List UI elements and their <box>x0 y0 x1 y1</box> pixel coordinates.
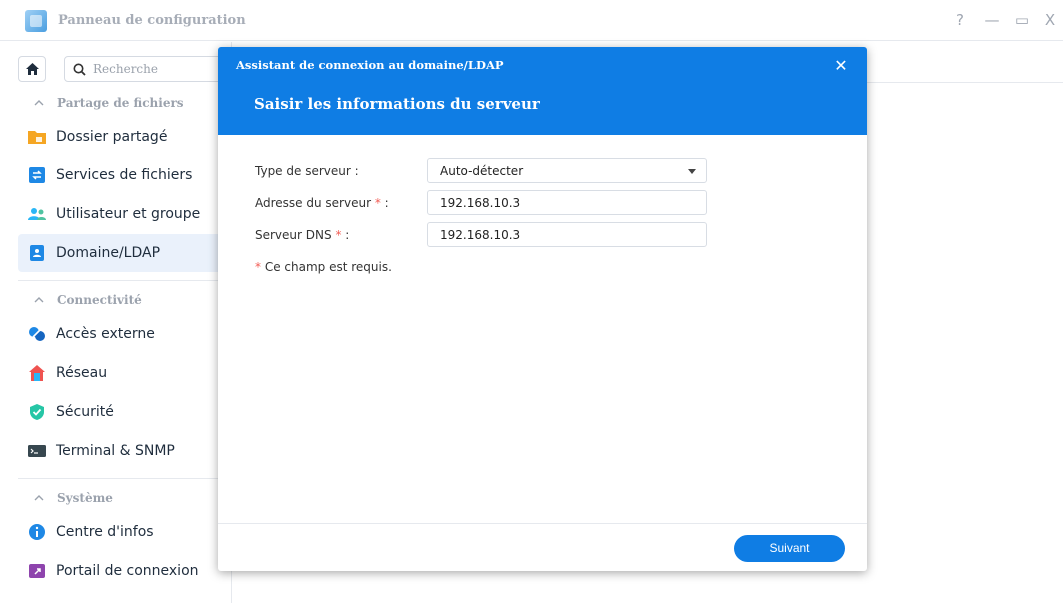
footer-divider <box>218 523 867 524</box>
dns-server-label: Serveur DNS * : <box>255 228 349 242</box>
terminal-icon <box>28 445 46 457</box>
sidebar-item-shared-folder[interactable]: Dossier partagé <box>18 118 231 156</box>
section-file-sharing[interactable]: Partage de fichiers <box>0 92 231 114</box>
search-field[interactable] <box>64 56 224 82</box>
control-panel-app-icon <box>25 10 47 32</box>
sidebar-item-login-portal[interactable]: Portail de connexion <box>18 552 231 590</box>
server-type-value: Auto-détecter <box>440 164 524 178</box>
sidebar-item-security[interactable]: Sécurité <box>18 393 231 431</box>
server-address-label: Adresse du serveur * : <box>255 196 389 210</box>
dropdown-caret-icon <box>688 169 696 174</box>
sidebar-item-label: Portail de connexion <box>56 563 199 579</box>
section-divider <box>18 280 231 281</box>
login-portal-icon <box>29 564 45 578</box>
network-home-icon <box>29 365 45 381</box>
security-shield-icon <box>30 404 44 420</box>
section-label: Connectivité <box>57 293 142 307</box>
section-connectivity[interactable]: Connectivité <box>0 289 231 311</box>
domain-ldap-icon <box>30 245 44 261</box>
chevron-up-icon <box>34 100 44 106</box>
dialog-title: Assistant de connexion au domaine/LDAP <box>236 58 504 72</box>
section-label: Partage de fichiers <box>57 96 184 110</box>
dns-server-input[interactable] <box>440 227 695 243</box>
sidebar-item-label: Accès externe <box>56 326 155 342</box>
shared-folder-icon <box>28 131 46 144</box>
chevron-up-icon <box>34 297 44 303</box>
dns-server-label-text: Serveur DNS <box>255 228 332 242</box>
dialog-header: Assistant de connexion au domaine/LDAP ✕… <box>218 47 867 135</box>
section-divider <box>18 478 231 479</box>
window-titlebar: Panneau de configuration ? — ▭ X <box>0 3 1063 41</box>
next-button[interactable]: Suivant <box>734 535 845 562</box>
ldap-wizard-dialog: Assistant de connexion au domaine/LDAP ✕… <box>218 47 867 571</box>
server-address-field[interactable] <box>427 190 707 215</box>
section-system[interactable]: Système <box>0 487 231 509</box>
sidebar-item-label: Sécurité <box>56 404 114 420</box>
home-icon <box>26 63 39 75</box>
label-colon: : <box>345 228 350 242</box>
sidebar-item-label: Services de fichiers <box>56 167 193 183</box>
server-type-select[interactable]: Auto-détecter <box>427 158 707 183</box>
window-title: Panneau de configuration <box>58 13 246 28</box>
home-button[interactable] <box>18 56 46 82</box>
server-type-label: Type de serveur : <box>255 164 359 178</box>
sidebar: Partage de fichiers Dossier partagé Serv… <box>0 42 232 603</box>
sidebar-item-domain-ldap[interactable]: Domaine/LDAP <box>18 234 231 272</box>
sidebar-item-user-group[interactable]: Utilisateur et groupe <box>18 195 231 233</box>
file-services-icon <box>29 167 45 183</box>
dns-server-field[interactable] <box>427 222 707 247</box>
sidebar-item-label: Centre d'infos <box>56 524 154 540</box>
sidebar-item-label: Dossier partagé <box>56 129 168 145</box>
required-star: * <box>374 196 381 210</box>
required-star: * <box>335 228 342 242</box>
server-address-input[interactable] <box>440 195 695 211</box>
sidebar-item-network[interactable]: Réseau <box>18 354 231 392</box>
sidebar-item-partial[interactable] <box>18 592 231 603</box>
required-note-text: Ce champ est requis. <box>264 260 392 274</box>
close-icon[interactable]: ✕ <box>831 56 851 76</box>
search-icon <box>73 63 86 76</box>
sidebar-item-terminal-snmp[interactable]: Terminal & SNMP <box>18 432 231 470</box>
sidebar-item-external-access[interactable]: Accès externe <box>18 315 231 353</box>
close-window-icon[interactable]: X <box>1041 11 1059 29</box>
section-label: Système <box>57 491 113 505</box>
external-access-icon <box>29 327 45 341</box>
maximize-icon[interactable]: ▭ <box>1013 11 1031 29</box>
sidebar-item-file-services[interactable]: Services de fichiers <box>18 156 231 194</box>
chevron-up-icon <box>34 495 44 501</box>
sidebar-item-label: Utilisateur et groupe <box>56 206 201 222</box>
sidebar-item-label: Domaine/LDAP <box>56 245 161 261</box>
sidebar-item-label: Terminal & SNMP <box>56 443 175 459</box>
sidebar-item-label: Réseau <box>56 365 108 381</box>
user-group-icon <box>28 208 46 220</box>
minimize-icon[interactable]: — <box>983 11 1001 29</box>
server-address-label-text: Adresse du serveur <box>255 196 371 210</box>
dialog-heading: Saisir les informations du serveur <box>254 95 540 113</box>
info-center-icon <box>29 524 45 540</box>
required-note: * Ce champ est requis. <box>255 260 392 274</box>
label-colon: : <box>384 196 389 210</box>
sidebar-item-info-center[interactable]: Centre d'infos <box>18 513 231 551</box>
search-input[interactable] <box>93 60 218 78</box>
required-star: * <box>255 260 261 274</box>
help-icon[interactable]: ? <box>951 11 969 29</box>
